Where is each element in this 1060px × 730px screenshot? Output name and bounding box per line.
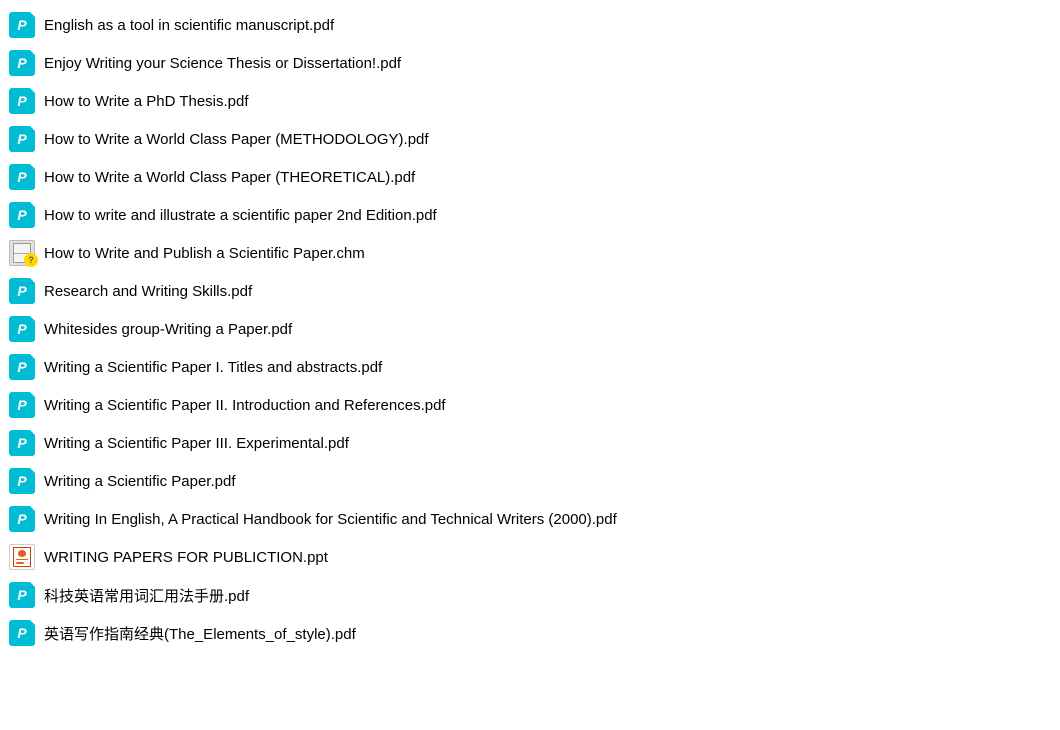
file-name-label: How to write and illustrate a scientific… xyxy=(44,207,437,224)
pdf-icon: P xyxy=(8,87,36,115)
pdf-icon: P xyxy=(8,315,36,343)
pdf-icon: P xyxy=(8,11,36,39)
file-name-label: How to Write a PhD Thesis.pdf xyxy=(44,93,249,110)
list-item[interactable]: P How to Write a World Class Paper (METHO… xyxy=(0,120,1060,158)
file-name-label: 英语写作指南经典(The_Elements_of_style).pdf xyxy=(44,623,356,644)
list-item[interactable]: P Writing a Scientific Paper.pdf xyxy=(0,462,1060,500)
pdf-icon: P xyxy=(8,49,36,77)
list-item[interactable]: P Research and Writing Skills.pdf xyxy=(0,272,1060,310)
list-item[interactable]: P 科技英语常用词汇用法手册.pdf xyxy=(0,576,1060,614)
pdf-icon: P xyxy=(8,619,36,647)
file-name-label: Writing a Scientific Paper I. Titles and… xyxy=(44,359,382,376)
pdf-icon: P xyxy=(8,391,36,419)
file-name-label: English as a tool in scientific manuscri… xyxy=(44,17,334,34)
list-item[interactable]: P Writing In English, A Practical Handboo… xyxy=(0,500,1060,538)
file-name-label: WRITING PAPERS FOR PUBLICTION.ppt xyxy=(44,549,328,566)
pdf-icon: P xyxy=(8,581,36,609)
list-item[interactable]: P Writing a Scientific Paper I. Titles an… xyxy=(0,348,1060,386)
file-name-label: Writing a Scientific Paper.pdf xyxy=(44,473,235,490)
list-item[interactable]: WRITING PAPERS FOR PUBLICTION.ppt xyxy=(0,538,1060,576)
file-name-label: Writing In English, A Practical Handbook… xyxy=(44,511,617,528)
list-item[interactable]: P 英语写作指南经典(The_Elements_of_style).pdf xyxy=(0,614,1060,652)
file-name-label: How to Write a World Class Paper (THEORE… xyxy=(44,169,415,186)
pdf-icon: P xyxy=(8,277,36,305)
list-item[interactable]: P Enjoy Writing your Science Thesis or Di… xyxy=(0,44,1060,82)
list-item[interactable]: P Writing a Scientific Paper III. Experim… xyxy=(0,424,1060,462)
list-item[interactable]: P Writing a Scientific Paper II. Introduc… xyxy=(0,386,1060,424)
list-item[interactable]: P Whitesides group-Writing a Paper.pdf xyxy=(0,310,1060,348)
file-name-label: How to Write and Publish a Scientific Pa… xyxy=(44,245,365,262)
file-name-label: How to Write a World Class Paper (METHOD… xyxy=(44,131,429,148)
list-item[interactable]: P How to Write a PhD Thesis.pdf xyxy=(0,82,1060,120)
pdf-icon: P xyxy=(8,505,36,533)
list-item[interactable]: ? How to Write and Publish a Scientific P… xyxy=(0,234,1060,272)
file-name-label: Enjoy Writing your Science Thesis or Dis… xyxy=(44,55,401,72)
pdf-icon: P xyxy=(8,429,36,457)
pdf-icon: P xyxy=(8,353,36,381)
file-name-label: Writing a Scientific Paper II. Introduct… xyxy=(44,397,446,414)
file-name-label: Research and Writing Skills.pdf xyxy=(44,283,252,300)
file-name-label: Whitesides group-Writing a Paper.pdf xyxy=(44,321,292,338)
file-name-label: 科技英语常用词汇用法手册.pdf xyxy=(44,585,249,606)
pdf-icon: P xyxy=(8,467,36,495)
file-name-label: Writing a Scientific Paper III. Experime… xyxy=(44,435,349,452)
ppt-icon xyxy=(8,543,36,571)
pdf-icon: P xyxy=(8,201,36,229)
chm-icon: ? xyxy=(8,239,36,267)
list-item[interactable]: P How to Write a World Class Paper (THEOR… xyxy=(0,158,1060,196)
list-item[interactable]: P English as a tool in scientific manuscr… xyxy=(0,6,1060,44)
pdf-icon: P xyxy=(8,163,36,191)
file-list: P English as a tool in scientific manuscr… xyxy=(0,0,1060,658)
pdf-icon: P xyxy=(8,125,36,153)
list-item[interactable]: P How to write and illustrate a scientifi… xyxy=(0,196,1060,234)
